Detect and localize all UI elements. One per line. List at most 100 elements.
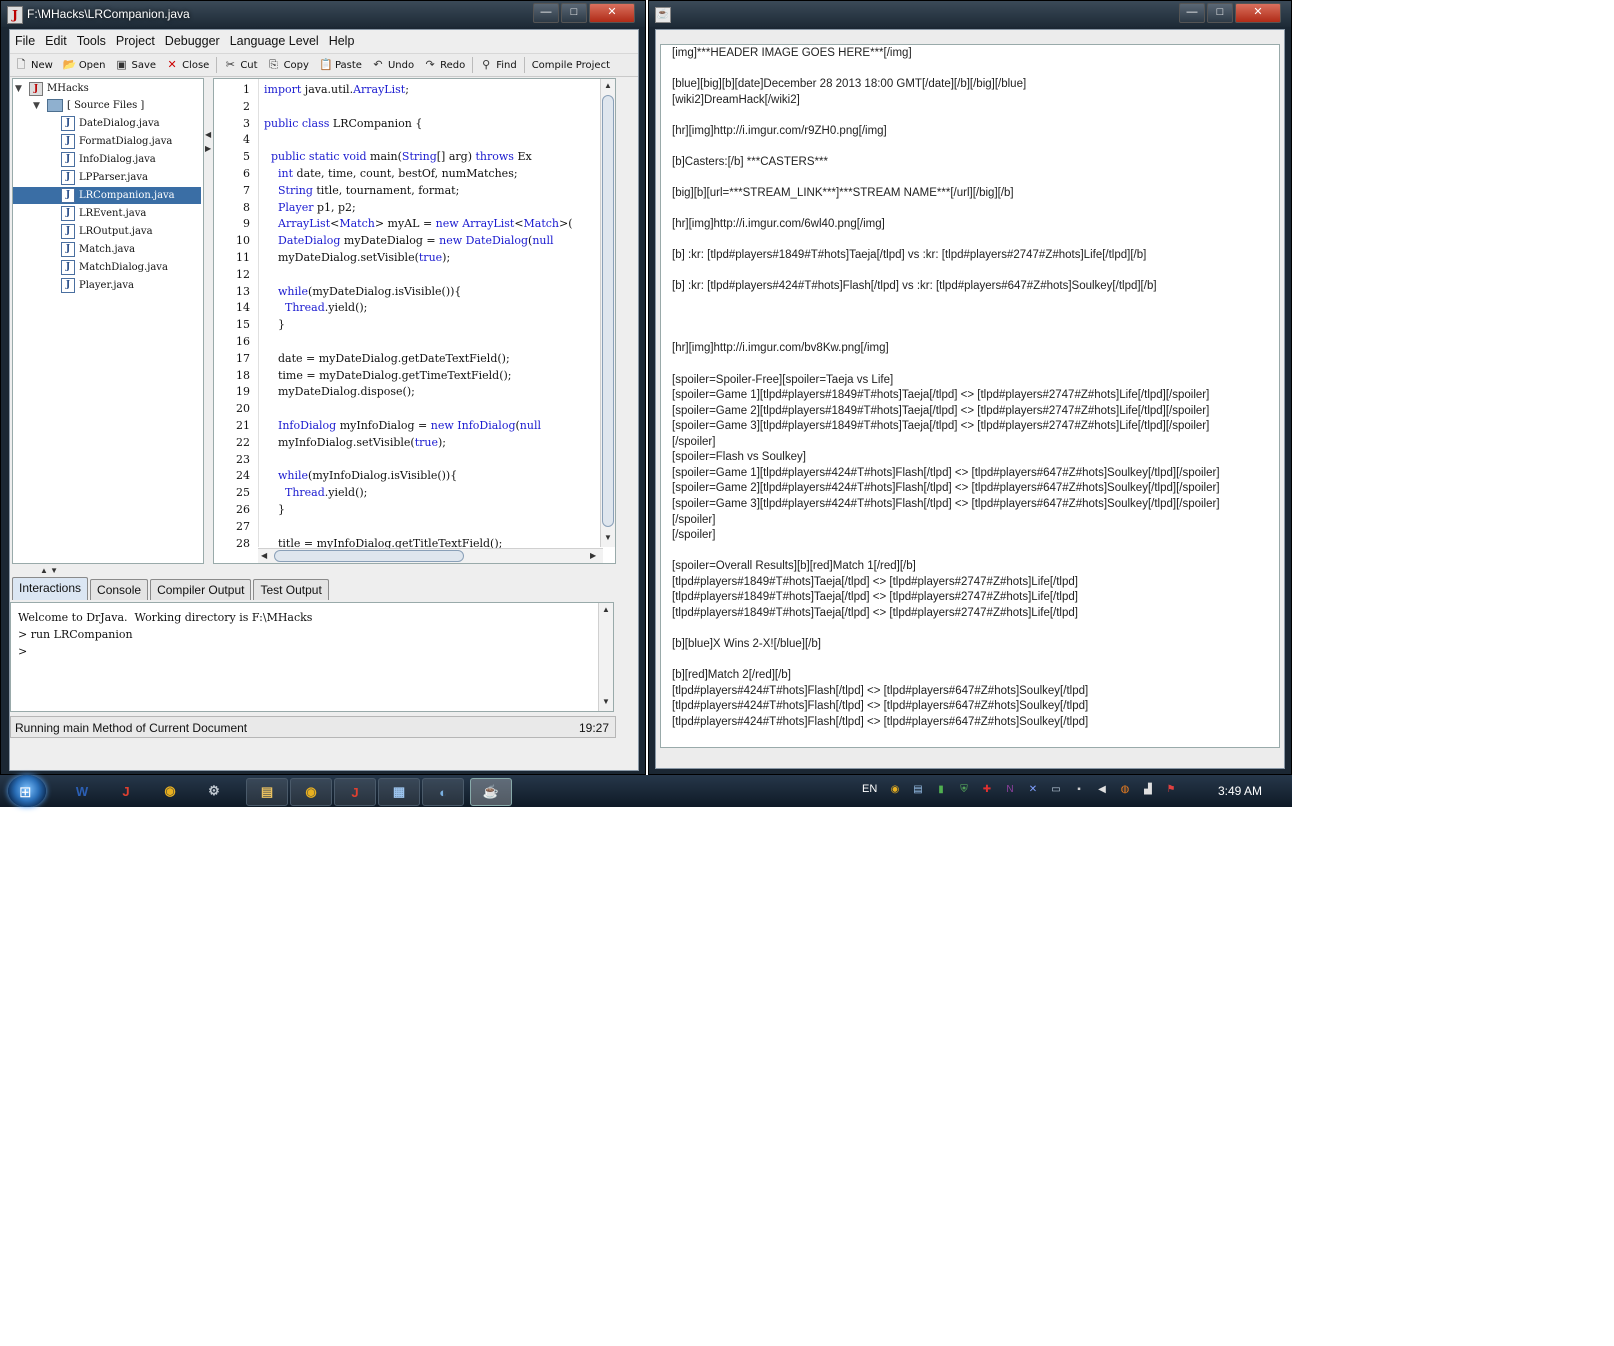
start-button[interactable]: ⊞	[8, 775, 46, 807]
language-indicator[interactable]: EN	[862, 783, 877, 795]
code-line: myDateDialog.setVisible(true);	[264, 251, 451, 264]
taskbar-drjava-icon[interactable]: J	[334, 778, 376, 806]
interactions-prompt[interactable]: >	[18, 645, 27, 658]
menu-language-level[interactable]: Language Level	[225, 34, 324, 48]
tree-file-item[interactable]: J LPParser.java	[13, 169, 201, 186]
output-line: [spoiler=Game 2][tlpd#players#424#T#hots…	[672, 482, 1220, 495]
title-bar[interactable]: ☕ — □ ✕	[649, 1, 1291, 27]
vertical-scrollbar[interactable]: ▲ ▼	[598, 603, 613, 711]
vertical-scrollbar[interactable]: ▲ ▼	[600, 79, 615, 547]
tree-file-item[interactable]: J FormatDialog.java	[13, 133, 201, 150]
maximize-button[interactable]: □	[561, 3, 587, 23]
copy-button[interactable]: ⎘ Copy	[263, 59, 314, 71]
scroll-left-icon[interactable]: ◀	[261, 551, 267, 560]
tray-flag-icon[interactable]: ⚑	[1164, 783, 1178, 797]
tray-volume-icon[interactable]: ◀	[1095, 783, 1109, 797]
tree-file-item[interactable]: J LROutput.java	[13, 223, 201, 240]
interactions-pane[interactable]: Welcome to DrJava. Working directory is …	[10, 602, 614, 712]
tab-test-output[interactable]: Test Output	[253, 579, 329, 600]
close-button[interactable]: ✕	[589, 3, 635, 23]
taskbar-java-icon[interactable]: ☕	[470, 778, 512, 806]
tray-usb-icon[interactable]: ▪	[1072, 783, 1086, 797]
splitter-arrows[interactable]: ◀ ▶	[205, 130, 211, 160]
compile-project-button[interactable]: Compile Project	[527, 60, 615, 71]
tray-monitor-icon[interactable]: ▭	[1049, 783, 1063, 797]
menu-edit[interactable]: Edit	[40, 34, 72, 48]
line-number-gutter: 1 2 3 4 5 6 7 8 9 10 11 12 13 14 15 16 17 18 19 20 21 22 23 24 2…	[214, 79, 259, 550]
code-editor[interactable]: 1 2 3 4 5 6 7 8 9 10 11 12 13 14 15 16 17 18 19 20 21 22 23 24 2…	[213, 78, 616, 564]
tray-chart-icon[interactable]: ▮	[934, 783, 948, 797]
undo-label: Undo	[387, 59, 415, 71]
expand-arrow-icon[interactable]: ▼	[33, 101, 43, 111]
output-text-area[interactable]: [img]***HEADER IMAGE GOES HERE***[/img] […	[660, 44, 1280, 748]
split-arrows-icon[interactable]: ▲ ▼	[40, 566, 58, 575]
taskbar-notepad-icon[interactable]: ▦	[378, 778, 420, 806]
new-label: New	[31, 59, 53, 71]
tray-tool-icon[interactable]: ✕	[1026, 783, 1040, 797]
menu-file[interactable]: File	[10, 34, 40, 48]
taskbar-paint-icon[interactable]: ◐	[422, 778, 464, 806]
find-button[interactable]: ⚲ Find	[475, 59, 522, 71]
scroll-up-icon[interactable]: ▲	[604, 81, 612, 90]
output-line: [spoiler=Spoiler-Free][spoiler=Taeja vs …	[672, 373, 894, 386]
tray-onenote-icon[interactable]: N	[1003, 783, 1017, 797]
redo-button[interactable]: ↷ Redo	[419, 59, 470, 71]
new-button[interactable]: 🗋 New	[10, 59, 58, 71]
taskbar-tool-icon[interactable]: ⚙	[194, 778, 234, 804]
tray-network-icon[interactable]: ▟	[1141, 783, 1155, 797]
scroll-down-icon[interactable]: ▼	[602, 697, 610, 706]
scroll-up-icon[interactable]: ▲	[602, 605, 610, 614]
title-bar[interactable]: J F:\MHacks\LRCompanion.java — □ ✕	[1, 1, 645, 27]
close-button[interactable]: ✕	[1235, 3, 1281, 23]
tray-pdf-icon[interactable]: ✚	[980, 783, 994, 797]
paste-button[interactable]: 📋 Paste	[314, 59, 367, 71]
scroll-right-icon[interactable]: ▶	[590, 551, 596, 560]
close-doc-icon: ✕	[167, 58, 177, 71]
redo-label: Redo	[440, 59, 466, 71]
tree-file-item[interactable]: J MatchDialog.java	[13, 259, 201, 276]
find-label: Find	[496, 59, 517, 71]
tree-folder[interactable]: ▼ [ Source Files ]	[33, 97, 144, 114]
scrollbar-thumb[interactable]	[602, 95, 614, 527]
menu-debugger[interactable]: Debugger	[160, 34, 225, 48]
taskbar-word-icon[interactable]: W	[62, 778, 102, 804]
tree-root[interactable]: ▼ J MHacks	[15, 80, 89, 97]
tree-file-label: FormatDialog.java	[79, 136, 173, 147]
tray-update-icon[interactable]: ◍	[1118, 783, 1132, 797]
taskbar-explorer-icon[interactable]: ▤	[246, 778, 288, 806]
scrollbar-thumb[interactable]	[274, 550, 464, 562]
tree-file-item[interactable]: J Player.java	[13, 277, 201, 294]
output-line: [/spoiler]	[672, 435, 716, 448]
open-button[interactable]: 📂 Open	[58, 59, 111, 71]
maximize-button[interactable]: □	[1207, 3, 1233, 23]
tab-interactions[interactable]: Interactions	[12, 577, 89, 600]
expand-arrow-icon[interactable]: ▼	[15, 84, 25, 94]
tab-console[interactable]: Console	[90, 579, 149, 600]
line-number: 16	[236, 335, 250, 348]
scroll-down-icon[interactable]: ▼	[604, 533, 612, 542]
minimize-button[interactable]: —	[533, 3, 559, 23]
clock[interactable]: 3:49 AM	[1218, 784, 1262, 798]
taskbar-chrome-icon[interactable]: ◉	[290, 778, 332, 806]
close-doc-button[interactable]: ✕ Close	[161, 59, 214, 71]
horizontal-scrollbar[interactable]: ◀ ▶	[258, 548, 603, 563]
tab-compiler-output[interactable]: Compiler Output	[150, 579, 252, 600]
tree-file-item[interactable]: J DateDialog.java	[13, 115, 201, 132]
tree-file-item[interactable]: J InfoDialog.java	[13, 151, 201, 168]
tree-file-item[interactable]: J LREvent.java	[13, 205, 201, 222]
taskbar-drjava-icon[interactable]: J	[106, 778, 146, 804]
menu-project[interactable]: Project	[111, 34, 160, 48]
cut-button[interactable]: ✂ Cut	[219, 59, 262, 71]
tray-document-icon[interactable]: ▤	[911, 783, 925, 797]
taskbar-chrome-icon[interactable]: ◉	[150, 778, 190, 804]
menu-help[interactable]: Help	[324, 34, 360, 48]
status-text: Running main Method of Current Document	[15, 721, 248, 735]
menu-tools[interactable]: Tools	[72, 34, 111, 48]
undo-button[interactable]: ↶ Undo	[367, 59, 419, 71]
tree-file-item[interactable]: J Match.java	[13, 241, 201, 258]
tree-file-item[interactable]: J LRCompanion.java	[13, 187, 201, 204]
save-button[interactable]: ▣ Save	[111, 59, 162, 71]
minimize-button[interactable]: —	[1179, 3, 1205, 23]
tray-shield-icon[interactable]: ⛨	[957, 783, 971, 797]
tray-chrome-icon[interactable]: ◉	[888, 783, 902, 797]
